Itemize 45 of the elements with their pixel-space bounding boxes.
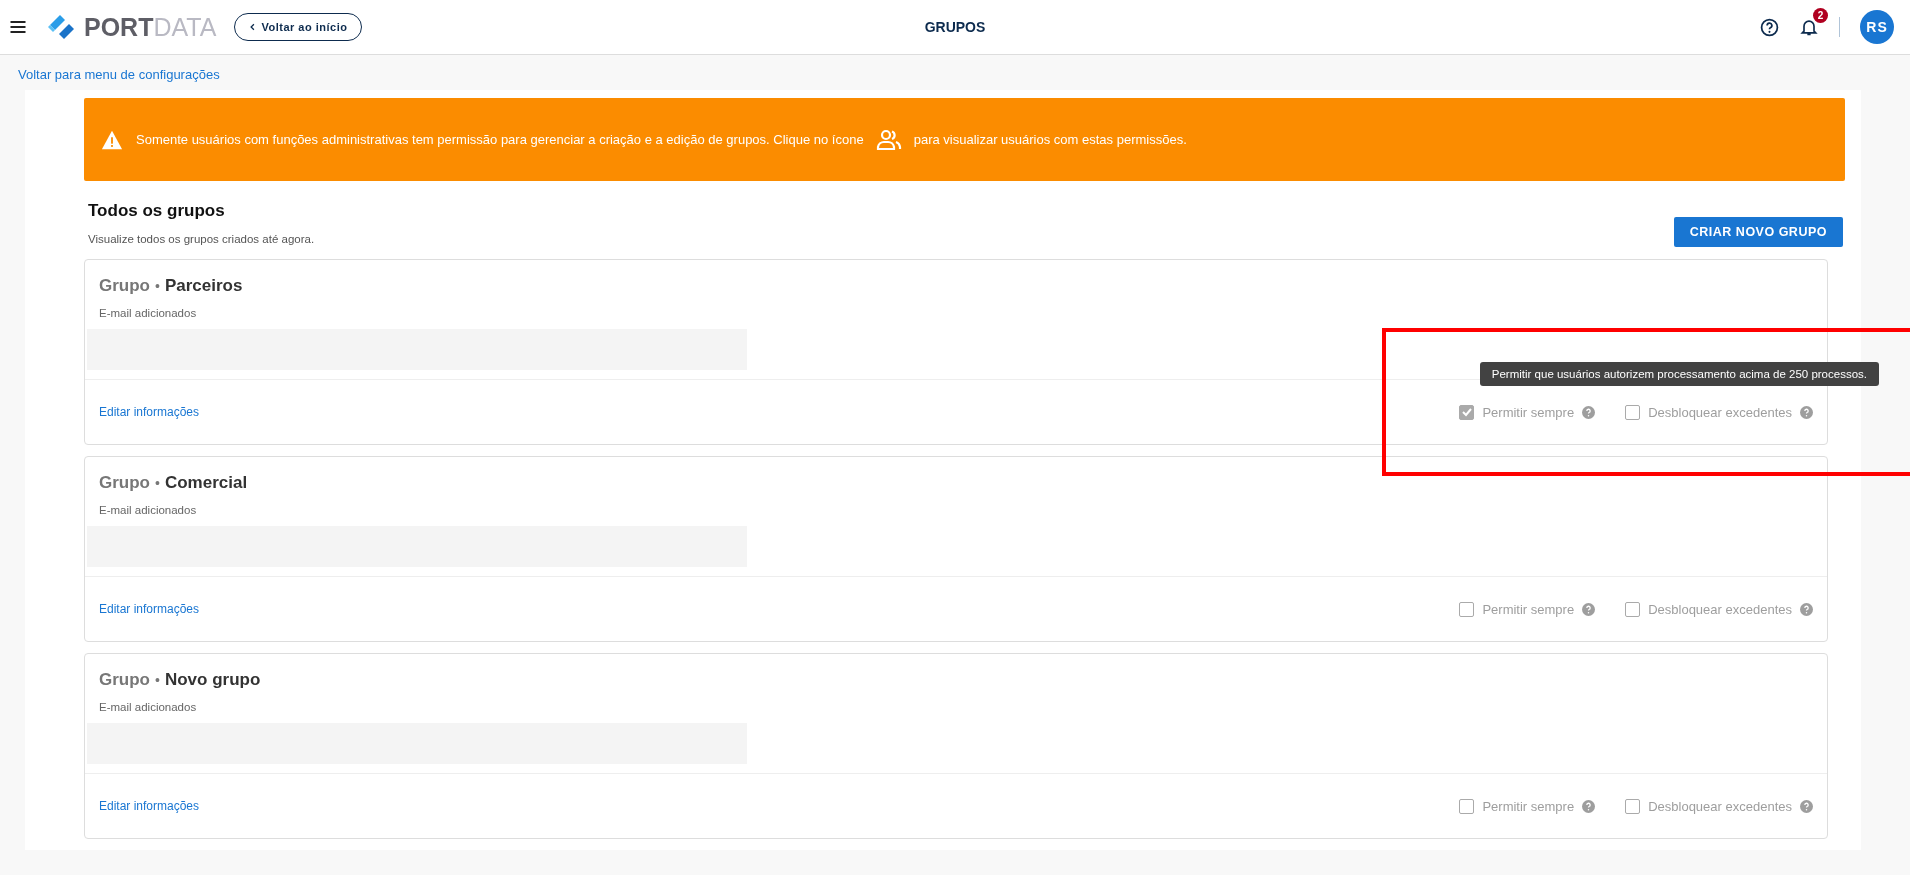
chevron-left-icon	[249, 23, 257, 31]
checkbox[interactable]	[1459, 798, 1475, 814]
group-label: Grupo	[99, 276, 150, 296]
banner-text: Somente usuários com funções administrativas tem permissão para gerenciar a criação e a edição de grupos. Clique no ícone	[136, 132, 864, 147]
banner-text: para visualizar usuários com estas permissões.	[913, 132, 1187, 147]
logo-text: PORT	[84, 12, 154, 42]
user-avatar[interactable]: RS	[1860, 10, 1894, 44]
checkbox-label: Permitir sempre	[1482, 404, 1575, 420]
back-link[interactable]: Voltar para menu de configurações	[18, 67, 220, 82]
page-title: GRUPOS	[924, 19, 986, 35]
tooltip: Permitir que usuários autorizem processamento acima de 250 processos.	[1479, 362, 1879, 386]
edit-link[interactable]: Editar informações	[99, 799, 200, 813]
group-name: Parceiros	[164, 276, 243, 296]
checkbox[interactable]	[1459, 601, 1475, 617]
separator-dot: •	[155, 278, 160, 294]
emails-label: E-mail adicionados	[99, 307, 198, 319]
checkbox-label: Desbloquear excedentes	[1648, 601, 1792, 617]
section-title: Todos os grupos	[88, 201, 226, 221]
create-group-button[interactable]: CRIAR NOVO GRUPO	[1673, 217, 1843, 247]
group-label: Grupo	[99, 670, 150, 690]
group-name: Novo grupo	[164, 670, 261, 690]
bell-icon[interactable]	[1799, 17, 1819, 37]
checkbox[interactable]	[1459, 404, 1475, 420]
edit-link[interactable]: Editar informações	[99, 602, 200, 616]
checkbox-label: Desbloquear excedentes	[1648, 404, 1792, 420]
checkbox[interactable]	[1625, 798, 1641, 814]
emails-label: E-mail adicionados	[99, 701, 198, 713]
group-label: Grupo	[99, 473, 150, 493]
logo-text: DATA	[153, 12, 217, 42]
group-name: Comercial	[164, 473, 248, 493]
checkbox-label: Permitir sempre	[1482, 601, 1575, 617]
emails-label: E-mail adicionados	[99, 504, 198, 516]
separator-dot: •	[155, 672, 160, 688]
checkbox[interactable]	[1625, 601, 1641, 617]
check-icon	[1460, 406, 1473, 418]
users-icon	[875, 128, 902, 151]
help-icon[interactable]	[1760, 17, 1779, 37]
separator-dot: •	[155, 475, 160, 491]
section-subtitle: Visualize todos os grupos criados até agora.	[88, 233, 315, 245]
notification-count: 2	[1813, 8, 1828, 23]
edit-link[interactable]: Editar informações	[99, 405, 200, 419]
checkbox[interactable]	[1625, 404, 1641, 420]
back-button[interactable]: Voltar ao início	[234, 13, 363, 41]
checkbox-label: Permitir sempre	[1482, 798, 1575, 814]
checkbox-label: Desbloquear excedentes	[1648, 798, 1792, 814]
